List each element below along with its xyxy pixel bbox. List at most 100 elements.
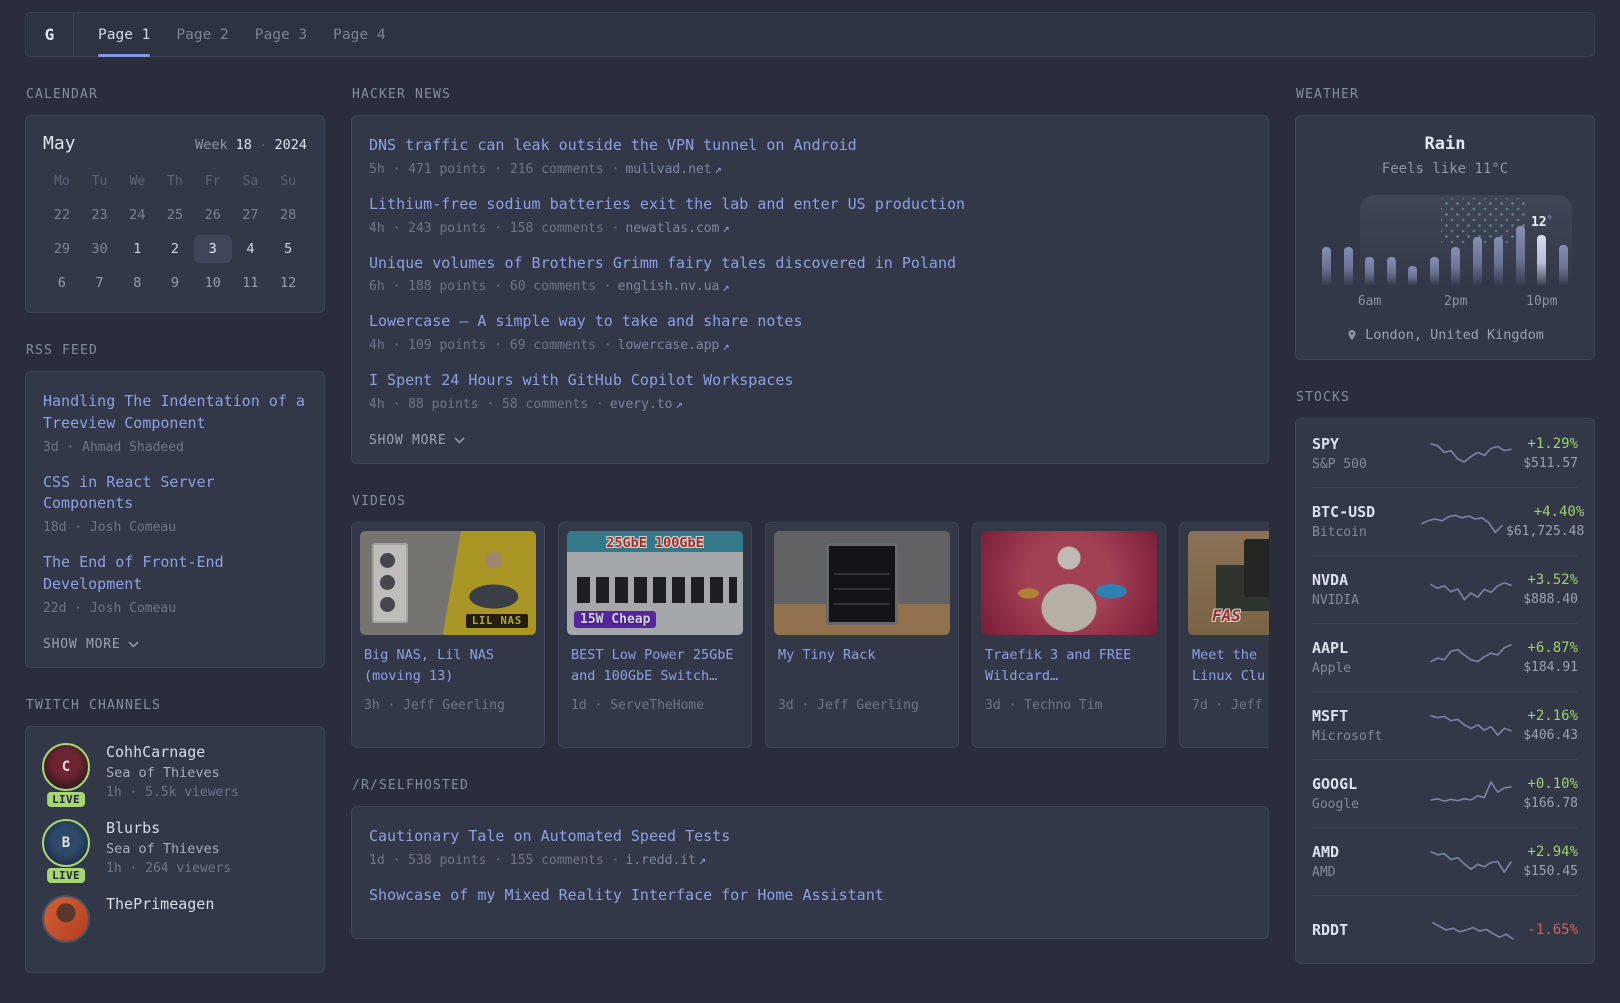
stock-row[interactable]: GOOGL Google +0.10% $166.78: [1312, 759, 1578, 827]
dashboard-columns: CALENDAR May Week 18 · 2024 Mo Tu We Th Fr Sa…: [25, 87, 1595, 1003]
weather-bar: [1451, 247, 1461, 285]
video-card[interactable]: Traefik 3 and FREE Wildcard… 3d · Techno…: [972, 521, 1166, 748]
stock-row[interactable]: AMD AMD +2.94% $150.45: [1312, 827, 1578, 895]
video-title-link[interactable]: My Tiny Rack: [778, 645, 946, 689]
chevron-down-icon: [128, 640, 139, 648]
nav-tab-3[interactable]: Page 3: [255, 13, 307, 56]
weather-bar: [1386, 257, 1396, 285]
weather-hour-column: [1408, 197, 1418, 285]
external-link-icon: ↗: [722, 338, 730, 353]
weather-time-label: 10pm: [1526, 294, 1558, 309]
middle-column: HACKER NEWS DNS traffic can leak outside…: [351, 87, 1269, 969]
feed-item-meta-text: 18d · Josh Comeau: [43, 520, 177, 535]
widget-label-videos: VIDEOS: [352, 493, 406, 509]
stock-row[interactable]: BTC-USD Bitcoin +4.40% $61,725.48: [1312, 487, 1584, 555]
calendar-header: May Week 18 · 2024: [43, 133, 307, 154]
weather-current-temp: 12°: [1530, 215, 1553, 230]
video-title-link[interactable]: BEST Low Power 25GbE and 100GbE Switch…: [571, 645, 739, 689]
video-thumbnail[interactable]: [981, 530, 1157, 635]
stock-row[interactable]: MSFT Microsoft +2.16% $406.43: [1312, 691, 1578, 759]
stock-name: Microsoft: [1312, 729, 1383, 744]
hackernews-show-more-button[interactable]: SHOW MORE: [369, 433, 465, 448]
stock-values: +2.94% $150.45: [1523, 844, 1578, 879]
stock-row[interactable]: SPY S&P 500 +1.29% $511.57: [1312, 419, 1578, 487]
video-thumbnail[interactable]: 25GbE 100GbE 15W Cheap: [567, 530, 743, 635]
video-title-link[interactable]: Traefik 3 and FREE Wildcard…: [985, 645, 1153, 689]
reddit-widget: /R/SELFHOSTED Cautionary Tale on Automat…: [351, 778, 1269, 940]
nav-tab-1[interactable]: Page 1: [98, 13, 151, 57]
stock-change-percent: +2.94%: [1527, 844, 1578, 860]
nav-tab-label: Page 2: [176, 26, 229, 43]
feed-item-title-link[interactable]: DNS traffic can leak outside the VPN tun…: [369, 135, 857, 157]
twitch-channel-item[interactable]: ThePrimeagen: [42, 894, 308, 943]
feed-item-title-link[interactable]: Unique volumes of Brothers Grimm fairy t…: [369, 253, 956, 275]
calendar-day: 29: [53, 241, 70, 257]
stock-change-percent: +3.52%: [1527, 572, 1578, 588]
stock-sparkline: [1418, 910, 1527, 950]
weather-location-text: London, United Kingdom: [1365, 327, 1544, 343]
stock-values: +2.16% $406.43: [1523, 708, 1578, 743]
stock-price: $406.43: [1523, 728, 1578, 743]
stock-identity: BTC-USD Bitcoin: [1312, 503, 1418, 540]
video-thumbnail[interactable]: FAS: [1188, 530, 1269, 635]
nav-tab-4[interactable]: Page 4: [333, 13, 385, 56]
thumbnail-text: LIL NAS: [465, 613, 528, 628]
videos-widget: VIDEOS LIL NAS Big NAS, Lil NAS (moving …: [351, 494, 1269, 748]
twitch-channel-name: CohhCarnage: [106, 742, 206, 761]
feed-item: The End of Front-End Development 22d · J…: [43, 552, 307, 616]
rss-card: Handling The Indentation of a Treeview C…: [25, 371, 325, 668]
rss-show-more-button[interactable]: SHOW MORE: [43, 637, 139, 652]
twitch-channel-item[interactable]: C LIVE CohhCarnage Sea of Thieves 1h · 5…: [42, 742, 308, 807]
video-title-link[interactable]: Meet the Linux Clu: [1192, 645, 1269, 689]
stock-name: S&P 500: [1312, 456, 1367, 472]
feed-item: CSS in React Server Components 18d · Jos…: [43, 472, 307, 536]
app-logo[interactable]: G: [26, 13, 74, 56]
calendar-day: 28: [280, 207, 297, 223]
calendar-day: 9: [170, 275, 180, 291]
video-card[interactable]: My Tiny Rack 3d · Jeff Geerling: [765, 521, 959, 748]
feed-item-title-link[interactable]: Handling The Indentation of a Treeview C…: [43, 391, 307, 435]
weather-bar: [1472, 237, 1482, 285]
video-thumbnail[interactable]: LIL NAS: [360, 530, 536, 635]
feed-item-title-link[interactable]: The End of Front-End Development: [43, 552, 307, 596]
feed-item: I Spent 24 Hours with GitHub Copilot Wor…: [369, 370, 1251, 412]
twitch-avatar: [42, 894, 90, 943]
video-thumbnail[interactable]: [774, 530, 950, 635]
nav-tab-2[interactable]: Page 2: [176, 13, 228, 56]
video-card[interactable]: FAS Meet the Linux Clu 7d · Jeff Geerlin…: [1179, 521, 1269, 748]
calendar-separator-dot: ·: [259, 139, 267, 152]
external-link-icon: ↗: [698, 853, 707, 867]
twitch-channel-item[interactable]: B LIVE Blurbs Sea of Thieves 1h · 264 vi…: [42, 818, 308, 883]
feed-item: Showcase of my Mixed Reality Interface f…: [369, 885, 1251, 907]
feed-item-source: lowercase.app ↗: [617, 338, 730, 353]
feed-item-meta-text: 4h · 88 points · 58 comments ·: [369, 396, 604, 412]
external-link-icon: ↗: [722, 221, 730, 235]
feed-item-title-link[interactable]: Lithium-free sodium batteries exit the l…: [369, 194, 965, 216]
calendar-card: May Week 18 · 2024 Mo Tu We Th Fr Sa Su 22 23 24 2…: [25, 115, 325, 313]
stock-row[interactable]: RDDT -1.65%: [1312, 895, 1578, 963]
video-card[interactable]: 25GbE 100GbE 15W Cheap BEST Low Power 25G…: [558, 521, 752, 748]
twitch-avatar-wrap: B LIVE: [42, 818, 90, 883]
feed-item: Cautionary Tale on Automated Speed Tests…: [369, 826, 1251, 868]
feed-item-title-link[interactable]: Showcase of my Mixed Reality Interface f…: [369, 885, 884, 907]
feed-item-title-link[interactable]: Lowercase – A simple way to take and sha…: [369, 311, 802, 333]
nav-tab-label: Page 3: [254, 26, 308, 43]
weather-hour-column: [1343, 197, 1353, 285]
feed-item-title-link[interactable]: CSS in React Server Components: [43, 472, 307, 516]
weather-hour-column: [1494, 197, 1504, 285]
feed-item: Unique volumes of Brothers Grimm fairy t…: [369, 253, 1251, 295]
stock-row[interactable]: NVDA NVIDIA +3.52% $888.40: [1312, 555, 1578, 623]
stock-change-percent: -1.65%: [1527, 921, 1578, 938]
feed-item-meta-text: 3d · Ahmad Shadeed: [43, 439, 184, 455]
stock-symbol: SPY: [1312, 434, 1340, 453]
feed-item-title-link[interactable]: I Spent 24 Hours with GitHub Copilot Wor…: [369, 370, 793, 392]
calendar-year: 2024: [274, 137, 307, 153]
stock-symbol: MSFT: [1312, 707, 1349, 725]
twitch-channel-name: ThePrimeagen: [106, 894, 215, 913]
stock-row[interactable]: AAPL Apple +6.87% $184.91: [1312, 623, 1578, 691]
thumbnail-text: 25GbE 100GbE: [606, 534, 704, 551]
video-card[interactable]: LIL NAS Big NAS, Lil NAS (moving 13) 3h …: [351, 521, 545, 748]
video-title-link[interactable]: Big NAS, Lil NAS (moving 13): [364, 645, 532, 689]
feed-item-title-link[interactable]: Cautionary Tale on Automated Speed Tests: [369, 826, 730, 848]
twitch-card: C LIVE CohhCarnage Sea of Thieves 1h · 5…: [25, 725, 325, 973]
